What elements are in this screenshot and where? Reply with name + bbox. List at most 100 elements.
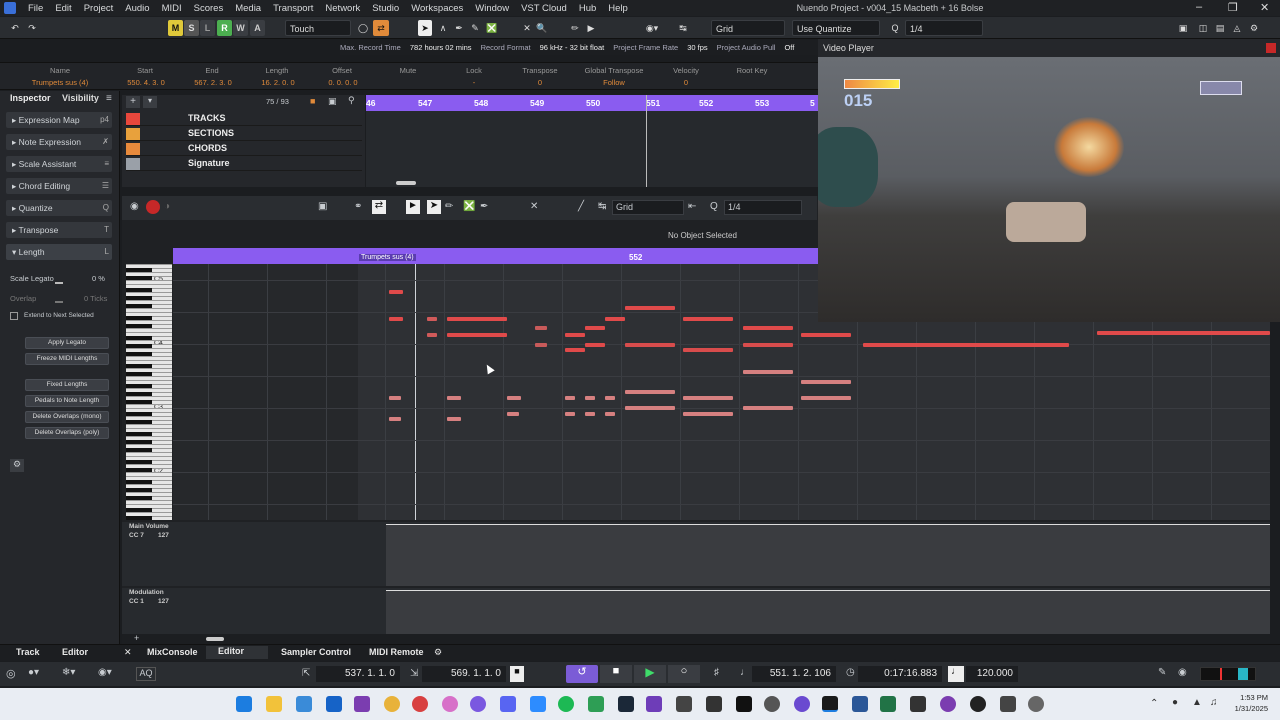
- glue-tool-icon[interactable]: ✎: [468, 20, 482, 36]
- track-chords[interactable]: CHORDS: [126, 142, 362, 156]
- tray-mic-icon[interactable]: ●: [1172, 697, 1178, 708]
- midi-note[interactable]: [507, 412, 519, 416]
- midi-note[interactable]: [585, 412, 595, 416]
- video-close-icon[interactable]: [1266, 43, 1276, 53]
- editor-autoscroll-icon[interactable]: ⇄: [372, 200, 386, 214]
- midi-note[interactable]: [863, 343, 1069, 347]
- midi-note[interactable]: [427, 317, 437, 321]
- right-locator-value[interactable]: 569. 1. 1. 0: [422, 666, 506, 682]
- cc-lane-volume[interactable]: Main Volume CC 7 127: [122, 522, 1270, 586]
- piano-key[interactable]: [126, 396, 172, 397]
- midi-note[interactable]: [565, 396, 575, 400]
- sync-icon[interactable]: ✎: [1158, 667, 1166, 678]
- editor-link-icon[interactable]: ⚭: [354, 201, 362, 212]
- piano-keyboard[interactable]: C5 C4 C3 C2: [126, 264, 172, 520]
- piano-key[interactable]: [126, 404, 172, 405]
- app-icon-9[interactable]: [1000, 696, 1016, 712]
- midi-note[interactable]: [565, 348, 585, 352]
- piano-key[interactable]: [126, 340, 172, 341]
- menu-project[interactable]: Project: [78, 3, 120, 14]
- position-note-icon[interactable]: ♩: [740, 667, 750, 678]
- piano-black-key[interactable]: [126, 516, 152, 520]
- app-icon-3[interactable]: [736, 696, 752, 712]
- outlook-icon[interactable]: [326, 696, 342, 712]
- piano-key[interactable]: [126, 476, 172, 477]
- lock-icon[interactable]: ■: [310, 96, 315, 106]
- mute-button[interactable]: M: [168, 20, 183, 36]
- menu-midi[interactable]: MIDI: [156, 3, 188, 14]
- cycle-mode-icon[interactable]: ❄▾: [62, 667, 75, 678]
- automation-mode-select[interactable]: Touch: [285, 20, 351, 36]
- midi-note[interactable]: [565, 333, 585, 337]
- app-icon-7[interactable]: [940, 696, 956, 712]
- piano-key[interactable]: [126, 444, 172, 445]
- file-explorer-icon[interactable]: [266, 696, 282, 712]
- piano-key[interactable]: [126, 472, 172, 473]
- editor-erase-tool-icon[interactable]: ❎: [463, 201, 475, 212]
- midi-note[interactable]: [743, 406, 793, 410]
- piano-key[interactable]: [126, 356, 172, 357]
- cycle-button[interactable]: ↺: [566, 665, 598, 683]
- punch-in-icon[interactable]: ■: [510, 666, 524, 682]
- redo-icon[interactable]: ↷: [25, 20, 39, 36]
- midi-note[interactable]: [743, 326, 793, 330]
- piano-key[interactable]: [126, 284, 172, 285]
- erase-tool-icon[interactable]: ❎: [485, 20, 499, 36]
- delete-overlaps-poly-button[interactable]: Delete Overlaps (poly): [25, 427, 109, 439]
- close-icon[interactable]: ✕: [1260, 1, 1269, 14]
- undo-icon[interactable]: ↶: [8, 20, 22, 36]
- auto-quantize-icon[interactable]: ◉▾: [98, 667, 112, 678]
- midi-note[interactable]: [801, 333, 851, 337]
- position-bars-value[interactable]: 551. 1. 2. 106: [752, 666, 836, 682]
- piano-key[interactable]: [126, 484, 172, 485]
- midi-note[interactable]: [1097, 331, 1270, 335]
- piano-key[interactable]: [126, 380, 172, 381]
- info-name-value[interactable]: Trumpets sus (4): [22, 78, 98, 87]
- editor-app-icon[interactable]: [646, 696, 662, 712]
- metronome-icon[interactable]: ♯: [714, 667, 719, 678]
- midi-note[interactable]: [605, 412, 615, 416]
- editor-draw-tool-icon[interactable]: ✏: [445, 201, 453, 212]
- tab-mixconsole[interactable]: MixConsole: [147, 647, 198, 657]
- midi-note[interactable]: [801, 396, 851, 400]
- zoom-icon[interactable]: [530, 696, 546, 712]
- scale-legato-slider[interactable]: [55, 282, 63, 284]
- info-transpose-value[interactable]: 0: [510, 78, 570, 87]
- piano-key[interactable]: [126, 408, 172, 409]
- piano-key[interactable]: [126, 264, 172, 265]
- taskbar-date[interactable]: 1/31/2025: [1235, 704, 1268, 713]
- pedals-to-note-length-button[interactable]: Pedals to Note Length: [25, 395, 109, 407]
- midi-note[interactable]: [389, 317, 403, 321]
- midi-note[interactable]: [683, 317, 733, 321]
- info-offset-value[interactable]: 0. 0. 0. 0: [312, 78, 374, 87]
- record-button[interactable]: ○: [668, 665, 700, 683]
- piano-key[interactable]: [126, 416, 172, 417]
- midi-note[interactable]: [625, 343, 675, 347]
- section-length[interactable]: ▾ Length L: [6, 244, 112, 260]
- editor-inspector-toggle-icon[interactable]: ◉: [130, 201, 139, 212]
- mute-tool-icon[interactable]: ✕: [520, 20, 534, 36]
- freeze-midi-lengths-button[interactable]: Freeze MIDI Lengths: [25, 353, 109, 365]
- menu-media[interactable]: Media: [229, 3, 267, 14]
- piano-key[interactable]: [126, 272, 172, 273]
- punch-out-icon[interactable]: ◉: [1178, 667, 1187, 678]
- midi-note[interactable]: [389, 290, 403, 294]
- track-signature[interactable]: Signature: [126, 157, 362, 171]
- track-visibility-icon[interactable]: ▣: [328, 96, 337, 107]
- track-menu-icon[interactable]: ▾: [143, 96, 157, 108]
- editor-gap-icon[interactable]: ⇤: [688, 201, 696, 212]
- editor-line-tool-icon[interactable]: ╱: [578, 201, 584, 212]
- close-lower-zone-icon[interactable]: ✕: [124, 647, 132, 658]
- midi-note[interactable]: [605, 317, 625, 321]
- nuendo-taskbar-icon[interactable]: [822, 696, 838, 712]
- tray-chevron-icon[interactable]: ⌃: [1150, 698, 1158, 709]
- tab-editor[interactable]: Editor: [206, 646, 268, 659]
- a-button[interactable]: A: [250, 20, 265, 36]
- midi-note[interactable]: [585, 396, 595, 400]
- track-tracks[interactable]: TRACKS: [126, 112, 362, 126]
- midi-note[interactable]: [535, 343, 547, 347]
- settings-icon[interactable]: ⚙: [1247, 20, 1261, 36]
- position-time-value[interactable]: 0:17:16.883: [858, 666, 942, 682]
- messenger-icon[interactable]: [470, 696, 486, 712]
- word-icon[interactable]: [852, 696, 868, 712]
